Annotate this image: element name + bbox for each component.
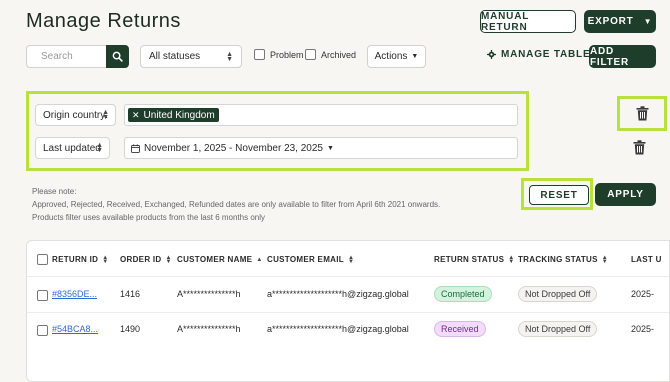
date-range-picker[interactable]: November 1, 2025 - November 23, 2025 ▼ (124, 137, 518, 159)
archived-label: Archived (321, 49, 357, 60)
actions-dropdown[interactable]: Actions ▼ (367, 45, 426, 68)
return-id-link[interactable]: #8356DE... (52, 289, 97, 299)
date-range-value: November 1, 2025 - November 23, 2025 (144, 142, 323, 154)
country-chip: ✕ United Kingdom (128, 108, 219, 122)
select-arrows-icon: ▲ ▼ (96, 142, 103, 154)
reset-highlight: RESET (521, 178, 593, 210)
search-input[interactable]: Search (26, 45, 106, 68)
select-all-checkbox[interactable] (37, 254, 48, 265)
problem-filter[interactable]: Problem (254, 49, 304, 60)
export-button[interactable]: EXPORT ▼ (584, 10, 656, 33)
problem-checkbox[interactable] (254, 49, 265, 60)
status-select-value: All statuses (149, 51, 201, 62)
country-chip-label: United Kingdom (143, 109, 215, 121)
sort-icon: ▲ ▼ (165, 254, 172, 265)
customer-name-cell: A***************h (177, 289, 241, 299)
sort-icon: ▲ ▼ (601, 254, 609, 265)
column-header-customer-name[interactable]: CUSTOMER NAME ▲ (177, 255, 263, 264)
manage-table-label: MANAGE TABLE (501, 49, 591, 60)
reset-button[interactable]: RESET (529, 185, 589, 205)
page-title: Manage Returns (26, 10, 181, 32)
sort-icon: ▲ ▼ (347, 254, 355, 265)
search-icon (112, 51, 123, 62)
row-checkbox[interactable] (37, 325, 48, 336)
select-arrows-icon: ▲ ▼ (226, 51, 233, 63)
customer-name-cell: A***************h (177, 324, 241, 334)
order-id-cell: 1490 (120, 324, 141, 334)
customer-email-cell: a********************h@zigzag.global (267, 324, 409, 334)
sort-asc-icon: ▲ (256, 256, 263, 263)
manual-return-button[interactable]: MANUAL RETURN (480, 10, 576, 33)
column-header-tracking-status[interactable]: TRACKING STATUS ▲ ▼ (518, 254, 609, 265)
row-divider (27, 312, 669, 313)
row-checkbox[interactable] (37, 290, 48, 301)
return-status-badge: Completed (434, 286, 492, 302)
filter-panel: Origin country: ▲ ▼ ✕ United Kingdom Last… (26, 91, 529, 171)
apply-button[interactable]: APPLY (595, 183, 656, 206)
trash-icon (636, 106, 648, 121)
last-updated-cell: 2025- (631, 324, 655, 334)
gear-icon (487, 50, 496, 59)
return-id-link[interactable]: #54BCA8... (52, 324, 98, 334)
customer-email-cell: a********************h@zigzag.global (267, 289, 409, 299)
sort-icon: ▲ ▼ (508, 254, 515, 265)
header-divider (27, 276, 669, 277)
status-select[interactable]: All statuses ▲ ▼ (140, 45, 242, 68)
problem-label: Problem (270, 49, 304, 60)
note-line: Products filter uses available products … (32, 213, 265, 222)
caret-down-icon: ▼ (643, 17, 653, 26)
export-label: EXPORT (587, 16, 634, 27)
last-updated-label: Last updated (43, 142, 101, 154)
column-header-return-status[interactable]: RETURN STATUS ▲ ▼ (434, 254, 515, 265)
caret-down-icon: ▼ (411, 53, 419, 60)
tracking-status-badge: Not Dropped Off (518, 321, 598, 337)
note-line: Approved, Rejected, Received, Exchanged,… (32, 200, 441, 209)
trash-icon (633, 140, 646, 155)
note-heading: Please note: (32, 187, 77, 196)
returns-table: RETURN ID ▲ ▼ ORDER ID ▲ ▼ CUSTOMER NAME ▲… (26, 240, 670, 382)
column-header-order-id[interactable]: ORDER ID ▲ ▼ (120, 254, 172, 265)
last-updated-cell: 2025- (631, 289, 655, 299)
manage-table-button[interactable]: MANAGE TABLE (487, 49, 590, 60)
return-status-badge: Received (434, 321, 486, 337)
remove-filter-origin-country[interactable] (617, 96, 667, 131)
sort-icon: ▲ ▼ (102, 254, 109, 265)
search-button[interactable] (106, 45, 129, 68)
tracking-status-badge: Not Dropped Off (518, 286, 598, 302)
caret-down-icon: ▼ (327, 144, 334, 152)
remove-filter-last-updated[interactable] (633, 140, 646, 160)
origin-country-input[interactable]: ✕ United Kingdom (124, 104, 518, 126)
select-arrows-icon: ▲ ▼ (102, 109, 109, 121)
calendar-icon (131, 143, 140, 153)
column-header-last-updated[interactable]: LAST U (631, 255, 662, 264)
origin-country-field-select[interactable]: Origin country: ▲ ▼ (35, 104, 116, 126)
origin-country-label: Origin country: (43, 109, 109, 121)
column-header-customer-email[interactable]: CUSTOMER EMAIL ▲ ▼ (267, 254, 355, 265)
order-id-cell: 1416 (120, 289, 141, 299)
filter-note: Please note: Approved, Rejected, Receive… (32, 185, 440, 224)
chip-remove-icon[interactable]: ✕ (132, 110, 140, 121)
add-filter-button[interactable]: ADD FILTER (589, 45, 656, 68)
archived-filter[interactable]: Archived (305, 49, 356, 60)
actions-label: Actions (374, 51, 408, 62)
archived-checkbox[interactable] (305, 49, 316, 60)
search-placeholder: Search (41, 51, 73, 62)
column-header-return-id[interactable]: RETURN ID ▲ ▼ (52, 254, 109, 265)
last-updated-field-select[interactable]: Last updated ▲ ▼ (35, 137, 110, 159)
